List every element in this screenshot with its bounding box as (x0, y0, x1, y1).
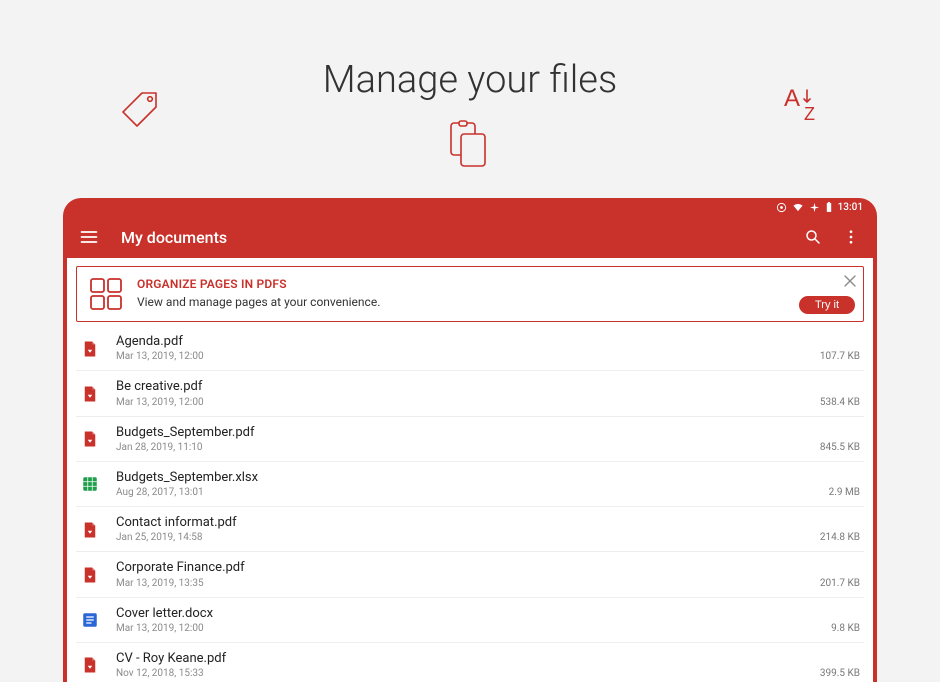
file-date: Jan 28, 2019, 11:10 (116, 442, 812, 454)
file-date: Mar 13, 2019, 13:35 (116, 578, 812, 590)
file-name: Contact informat.pdf (116, 515, 812, 531)
file-row[interactable]: Contact informat.pdfJan 25, 2019, 14:58 2… (76, 507, 864, 552)
file-list: Agenda.pdfMar 13, 2019, 12:00107.7 KBBe … (67, 326, 873, 682)
more-icon[interactable] (841, 227, 861, 247)
appbar-title: My documents (121, 228, 803, 247)
file-type-icon (80, 610, 100, 630)
file-row[interactable]: CV - Roy Keane.pdfNov 12, 2018, 15:33 399… (76, 643, 864, 682)
file-name: CV - Roy Keane.pdf (116, 651, 812, 667)
battery-icon (825, 202, 833, 213)
file-row[interactable]: Budgets_September.pdfJan 28, 2019, 11:10… (76, 417, 864, 462)
banner-text: View and manage pages at your convenienc… (137, 295, 851, 309)
tag-icon (118, 88, 160, 130)
sort-az-icon: A Z (782, 84, 826, 124)
file-size: 2.9 MB (829, 487, 860, 499)
file-type-icon (80, 339, 100, 359)
file-row[interactable]: Be creative.pdf Mar 13, 2019, 12:00 538.4 … (76, 371, 864, 416)
wifi-icon (792, 202, 804, 213)
file-name: Budgets_September.xlsx (116, 470, 821, 486)
svg-text:A: A (784, 85, 800, 112)
file-size: 538.4 KB (820, 397, 860, 409)
file-type-icon (80, 565, 100, 585)
try-it-button[interactable]: Try it (799, 296, 855, 314)
file-size: 214.8 KB (820, 532, 860, 544)
file-date: Nov 12, 2018, 15:33 (116, 668, 812, 680)
app-bar: My documents (63, 216, 877, 258)
file-size: 845.5 KB (820, 442, 860, 454)
search-icon[interactable] (803, 227, 823, 247)
status-bar: 13:01 (63, 198, 877, 216)
file-date: Jan 25, 2019, 14:58 (116, 532, 812, 544)
clipboard-icon (445, 120, 493, 172)
file-row[interactable]: Corporate Finance.pdf Mar 13, 2019, 13:35… (76, 552, 864, 597)
file-name: Corporate Finance.pdf (116, 560, 812, 576)
svg-text:Z: Z (804, 104, 815, 124)
file-name: Cover letter.docx (116, 606, 823, 622)
file-row[interactable]: Agenda.pdfMar 13, 2019, 12:00 107.7 KB (76, 326, 864, 371)
file-size: 107.7 KB (820, 351, 860, 363)
file-type-icon (80, 384, 100, 404)
content-area: ORGANIZE PAGES IN PDFS View and manage p… (67, 258, 873, 682)
file-date: Mar 13, 2019, 12:00 (116, 351, 812, 363)
location-icon (776, 202, 787, 213)
promo-banner: ORGANIZE PAGES IN PDFS View and manage p… (76, 266, 864, 322)
file-date: Aug 28, 2017, 13:01 (116, 487, 821, 499)
file-name: Agenda.pdf (116, 334, 812, 350)
file-size: 399.5 KB (820, 668, 860, 680)
file-name: Budgets_September.pdf (116, 425, 812, 441)
menu-icon[interactable] (79, 227, 99, 247)
airplane-icon (809, 202, 820, 213)
pages-grid-icon (89, 277, 123, 311)
file-name: Be creative.pdf (116, 379, 812, 395)
banner-title: ORGANIZE PAGES IN PDFS (137, 277, 851, 291)
file-type-icon (80, 655, 100, 675)
file-row[interactable]: Cover letter.docxMar 13, 2019, 12:00 9.8 … (76, 598, 864, 643)
tablet-frame: 13:01 My documents (63, 198, 877, 682)
file-date: Mar 13, 2019, 12:00 (116, 397, 812, 409)
file-type-icon (80, 429, 100, 449)
status-time: 13:01 (838, 202, 863, 213)
file-row[interactable]: Budgets_September.xlsxAug 28, 2017, 13:0… (76, 462, 864, 507)
file-size: 201.7 KB (820, 578, 860, 590)
file-type-icon (80, 474, 100, 494)
file-date: Mar 13, 2019, 12:00 (116, 623, 823, 635)
file-size: 9.8 KB (831, 623, 860, 635)
close-icon[interactable] (843, 273, 857, 287)
file-type-icon (80, 520, 100, 540)
